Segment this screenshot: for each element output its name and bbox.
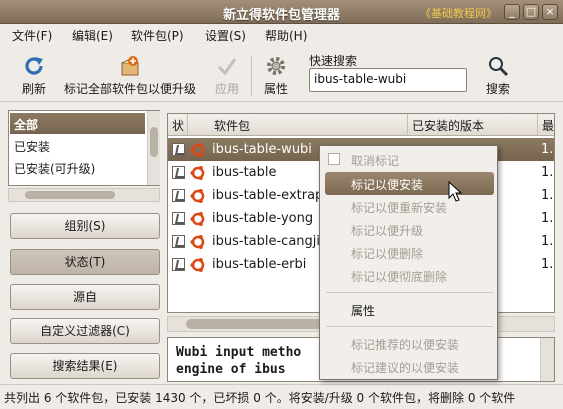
origin-button[interactable]: 源自 bbox=[10, 284, 160, 310]
search-icon bbox=[489, 57, 509, 77]
column-header-package[interactable]: 软件包 bbox=[188, 114, 408, 136]
ubuntu-package-icon bbox=[190, 189, 205, 203]
status-checkbox[interactable] bbox=[172, 212, 185, 225]
quick-search-label: 快速搜索 bbox=[309, 54, 358, 68]
minimize-button[interactable]: _ bbox=[504, 4, 520, 20]
description-scrollbar[interactable] bbox=[540, 338, 554, 381]
menu-item-mark-install[interactable]: 标记以便安装 bbox=[351, 176, 423, 193]
filter-horizontal-scrollbar[interactable] bbox=[8, 188, 160, 202]
quick-search-input[interactable]: ibus-table-wubi bbox=[309, 68, 467, 92]
package-version: 1. bbox=[541, 234, 554, 249]
menu-file[interactable]: 文件(F) bbox=[12, 27, 52, 44]
menu-item-properties[interactable]: 属性 bbox=[351, 302, 375, 319]
package-name: ibus-table-extrap bbox=[212, 188, 324, 203]
menu-edit[interactable]: 编辑(E) bbox=[72, 27, 113, 44]
apply-button[interactable]: 应用 bbox=[210, 54, 244, 97]
package-version: 1. bbox=[541, 165, 554, 180]
menu-item-mark-recommended[interactable]: 标记推荐的以便安装 bbox=[351, 336, 459, 353]
status-checkbox[interactable] bbox=[172, 143, 185, 156]
mouse-cursor-icon bbox=[448, 181, 462, 202]
package-name: ibus-table-erbi bbox=[212, 257, 307, 272]
context-menu: 取消标记 标记以便安装 标记以便重新安装 标记以便升级 标记以便删除 标记以便彻… bbox=[319, 145, 498, 380]
gear-icon bbox=[267, 57, 285, 75]
mark-all-upgrades-label: 标记全部软件包以便升级 bbox=[63, 82, 196, 96]
mark-all-upgrades-button[interactable]: 标记全部软件包以便升级 bbox=[56, 54, 204, 97]
status-checkbox[interactable] bbox=[172, 258, 185, 271]
package-version: 1. bbox=[541, 142, 554, 157]
toolbar: 刷新 标记全部软件包以便升级 应用 属性 搜索 bbox=[0, 46, 563, 102]
refresh-icon bbox=[25, 57, 43, 75]
toolbar-separator bbox=[251, 56, 252, 96]
menu-separator bbox=[326, 292, 493, 293]
column-header-latest-version[interactable]: 最 bbox=[538, 114, 554, 136]
column-header-status[interactable]: 状 bbox=[168, 114, 188, 136]
menu-bar: 文件(F) 编辑(E) 软件包(P) 设置(S) 帮助(H) bbox=[0, 24, 563, 46]
ubuntu-package-icon bbox=[190, 143, 205, 157]
menu-package[interactable]: 软件包(P) bbox=[131, 27, 184, 44]
menu-settings[interactable]: 设置(S) bbox=[205, 27, 246, 44]
menu-separator bbox=[326, 326, 493, 327]
title-bar: 新立得软件包管理器 《基础教程网》 _ □ × bbox=[0, 0, 563, 24]
filter-item-all[interactable]: 全部 bbox=[10, 113, 145, 134]
package-name: ibus-table-yong bbox=[212, 211, 314, 226]
filter-item-upgradable[interactable]: 已安装(可升级) bbox=[10, 157, 145, 178]
ubuntu-package-icon bbox=[190, 235, 205, 249]
filter-list: 全部 已安装 已安装(可升级) bbox=[8, 110, 160, 186]
properties-button[interactable]: 属性 bbox=[258, 54, 294, 97]
apply-label: 应用 bbox=[214, 82, 239, 96]
status-bar: 共列出 6 个软件包，已安装 1430 个，已坏损 0 个。将安装/升级 0 个… bbox=[0, 384, 563, 409]
refresh-label: 刷新 bbox=[21, 82, 46, 96]
menu-help[interactable]: 帮助(H) bbox=[265, 27, 307, 44]
filter-hscroll-thumb[interactable] bbox=[25, 191, 115, 199]
package-name: ibus-table bbox=[212, 165, 277, 180]
watermark-text: 《基础教程网》 bbox=[420, 7, 497, 20]
menu-item-mark-reinstall[interactable]: 标记以便重新安装 bbox=[351, 199, 447, 216]
menu-item-mark-suggested[interactable]: 标记建议的以便安装 bbox=[351, 359, 459, 376]
properties-label: 属性 bbox=[263, 82, 288, 96]
menu-item-unmark[interactable]: 取消标记 bbox=[351, 152, 399, 169]
status-checkbox[interactable] bbox=[172, 235, 185, 248]
menu-item-mark-purge[interactable]: 标记以便彻底删除 bbox=[351, 268, 447, 285]
checkmark-icon bbox=[217, 58, 237, 76]
package-name: ibus-table-wubi bbox=[212, 142, 312, 157]
search-results-button[interactable]: 搜索结果(E) bbox=[10, 353, 160, 379]
menu-item-mark-remove[interactable]: 标记以便删除 bbox=[351, 245, 423, 262]
package-name: ibus-table-cangji bbox=[212, 234, 321, 249]
search-button[interactable]: 搜索 bbox=[481, 54, 515, 97]
filter-scroll-thumb[interactable] bbox=[150, 127, 158, 157]
status-button[interactable]: 状态(T) bbox=[10, 249, 160, 275]
column-header-package-label: 软件包 bbox=[214, 119, 251, 133]
ubuntu-package-icon bbox=[190, 166, 205, 180]
unmark-checkbox-icon bbox=[328, 153, 340, 165]
status-checkbox[interactable] bbox=[172, 189, 185, 202]
refresh-button[interactable]: 刷新 bbox=[14, 54, 54, 97]
groups-button[interactable]: 组别(S) bbox=[10, 213, 160, 239]
close-button[interactable]: × bbox=[542, 4, 558, 20]
ubuntu-package-icon bbox=[190, 258, 205, 272]
filter-vertical-scrollbar[interactable] bbox=[147, 111, 160, 185]
upgrade-package-icon bbox=[121, 56, 139, 76]
package-version: 1. bbox=[541, 257, 554, 272]
search-label: 搜索 bbox=[485, 82, 510, 96]
menu-item-mark-upgrade[interactable]: 标记以便升级 bbox=[351, 222, 423, 239]
filter-item-installed[interactable]: 已安装 bbox=[10, 135, 145, 156]
custom-filters-button[interactable]: 自定义过滤器(C) bbox=[10, 318, 160, 344]
ubuntu-package-icon bbox=[190, 212, 205, 226]
column-header-installed-version[interactable]: 已安装的版本 bbox=[408, 114, 538, 136]
status-checkbox[interactable] bbox=[172, 166, 185, 179]
maximize-button[interactable]: □ bbox=[523, 4, 539, 20]
package-version: 1. bbox=[541, 188, 554, 203]
package-version: 1. bbox=[541, 211, 554, 226]
